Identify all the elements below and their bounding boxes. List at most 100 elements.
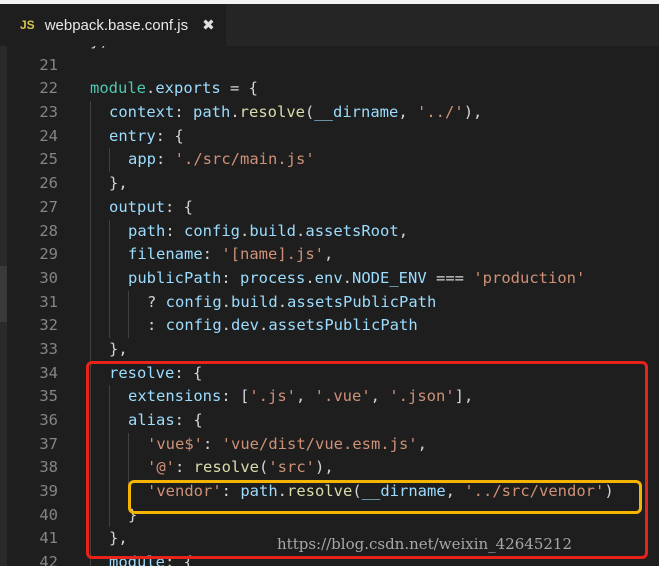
code-token: :: [221, 268, 240, 287]
line-number: 39: [39, 482, 58, 501]
indent-guide: [90, 148, 91, 173]
code-token: config: [184, 221, 240, 240]
line-number: 42: [39, 553, 58, 566]
code-token: ===: [426, 268, 474, 287]
code-text: },: [109, 172, 128, 196]
code-token: .: [230, 103, 240, 122]
code-line[interactable]: 20}): [0, 46, 659, 54]
code-token: env: [314, 268, 343, 287]
line-number: 24: [39, 126, 58, 145]
line-number: 38: [39, 458, 58, 477]
tab-webpack-base-conf[interactable]: JS webpack.base.conf.js ✖: [0, 4, 226, 46]
line-number: 32: [39, 316, 58, 335]
code-text: module.exports = {: [90, 77, 258, 101]
code-token: : {: [165, 197, 193, 216]
line-number: 23: [39, 103, 58, 122]
code-token: app: [128, 150, 156, 169]
close-icon[interactable]: ✖: [202, 16, 215, 34]
code-token: .: [342, 268, 353, 287]
code-token: context: [109, 103, 175, 122]
code-text: app: './src/main.js': [128, 148, 315, 172]
code-token: ,: [398, 103, 418, 122]
code-line[interactable]: 25 app: './src/main.js': [0, 148, 659, 173]
code-token: (: [305, 103, 315, 122]
code-line[interactable]: 31 ? config.build.assetsPublicPath: [0, 290, 659, 315]
code-token: 'production': [473, 268, 586, 287]
code-token: __dirname: [314, 103, 399, 122]
indent-guide: [90, 290, 91, 315]
line-number: 40: [39, 505, 58, 524]
code-token: filename: [128, 245, 203, 264]
indent-guide: [109, 148, 110, 173]
code-token: assetsPublicPath: [268, 316, 418, 335]
indent-guide: [90, 101, 91, 125]
code-text: filename: '[name].js',: [128, 243, 333, 267]
code-text: context: path.resolve(__dirname, '../'),: [109, 101, 482, 125]
code-line[interactable]: 23 context: path.resolve(__dirname, '../'…: [0, 101, 659, 125]
code-line[interactable]: 30 publicPath: process.env.NODE_ENV === '…: [0, 266, 659, 291]
code-token: ,: [323, 245, 334, 264]
code-line[interactable]: 32 : config.dev.assetsPublicPath: [0, 314, 659, 338]
code-line[interactable]: 28 path: config.build.assetsRoot,: [0, 219, 659, 244]
indent-guide: [128, 290, 129, 315]
indent-guide: [90, 195, 91, 220]
code-token: .: [259, 316, 269, 335]
code-text: output: {: [109, 196, 193, 220]
indent-guide: [90, 337, 91, 362]
code-token: ?: [147, 292, 166, 311]
indent-guide: [90, 172, 91, 196]
code-token: .: [240, 221, 250, 240]
code-token: :: [174, 103, 193, 122]
code-token: exports: [155, 79, 221, 98]
code-line[interactable]: 21: [0, 54, 659, 78]
code-token: config: [165, 292, 222, 311]
code-token: .: [146, 79, 156, 98]
watermark: https://blog.csdn.net/weixin_42645212: [277, 535, 573, 553]
code-token: :: [202, 245, 222, 264]
line-number: 25: [39, 150, 58, 169]
code-token: dev: [231, 316, 260, 335]
indent-guide: [90, 266, 91, 291]
code-line[interactable]: 29 filename: '[name].js',: [0, 243, 659, 267]
line-number: 33: [39, 339, 58, 358]
code-token: = {: [220, 79, 258, 98]
javascript-file-icon: JS: [20, 18, 35, 32]
code-token: : {: [155, 126, 184, 145]
code-line[interactable]: 24 entry: {: [0, 124, 659, 149]
vendor-alias-highlight-box: [128, 480, 642, 514]
code-text: path: config.build.assetsRoot,: [128, 220, 408, 244]
line-number: 31: [39, 292, 58, 311]
indent-guide: [109, 243, 110, 267]
code-text: },: [109, 338, 128, 362]
code-token: :: [165, 221, 184, 240]
code-token: .: [221, 316, 232, 335]
resolve-highlight-box: [86, 361, 648, 559]
code-token: }): [90, 46, 109, 50]
code-token: .: [221, 292, 232, 311]
line-number: 26: [39, 174, 58, 193]
code-token: build: [249, 221, 297, 240]
code-token: process: [240, 268, 306, 287]
indent-guide: [90, 243, 91, 267]
code-token: ),: [463, 103, 483, 122]
code-token: publicPath: [128, 268, 222, 287]
code-text: publicPath: process.env.NODE_ENV === 'pr…: [128, 267, 585, 291]
code-token: .: [305, 268, 315, 287]
line-number: 20: [0, 46, 58, 54]
indent-guide: [109, 290, 110, 315]
code-line[interactable]: 26},: [0, 172, 659, 196]
code-line[interactable]: 22 module.exports = {: [0, 77, 659, 101]
code-token: :: [147, 316, 166, 335]
code-line[interactable]: 33},: [0, 337, 659, 362]
code-token: module: [90, 79, 146, 98]
line-number: 28: [39, 221, 58, 240]
editor-tab-bar: JS webpack.base.conf.js ✖: [0, 0, 659, 46]
code-text: }): [90, 46, 109, 54]
code-text: : config.dev.assetsPublicPath: [147, 314, 418, 338]
code-token: .: [277, 292, 288, 311]
code-line[interactable]: 27 output: {: [0, 195, 659, 220]
code-text: ? config.build.assetsPublicPath: [147, 291, 436, 315]
indent-guide: [90, 314, 91, 338]
code-token: assetsPublicPath: [287, 292, 437, 311]
tab-title[interactable]: webpack.base.conf.js: [45, 17, 188, 34]
